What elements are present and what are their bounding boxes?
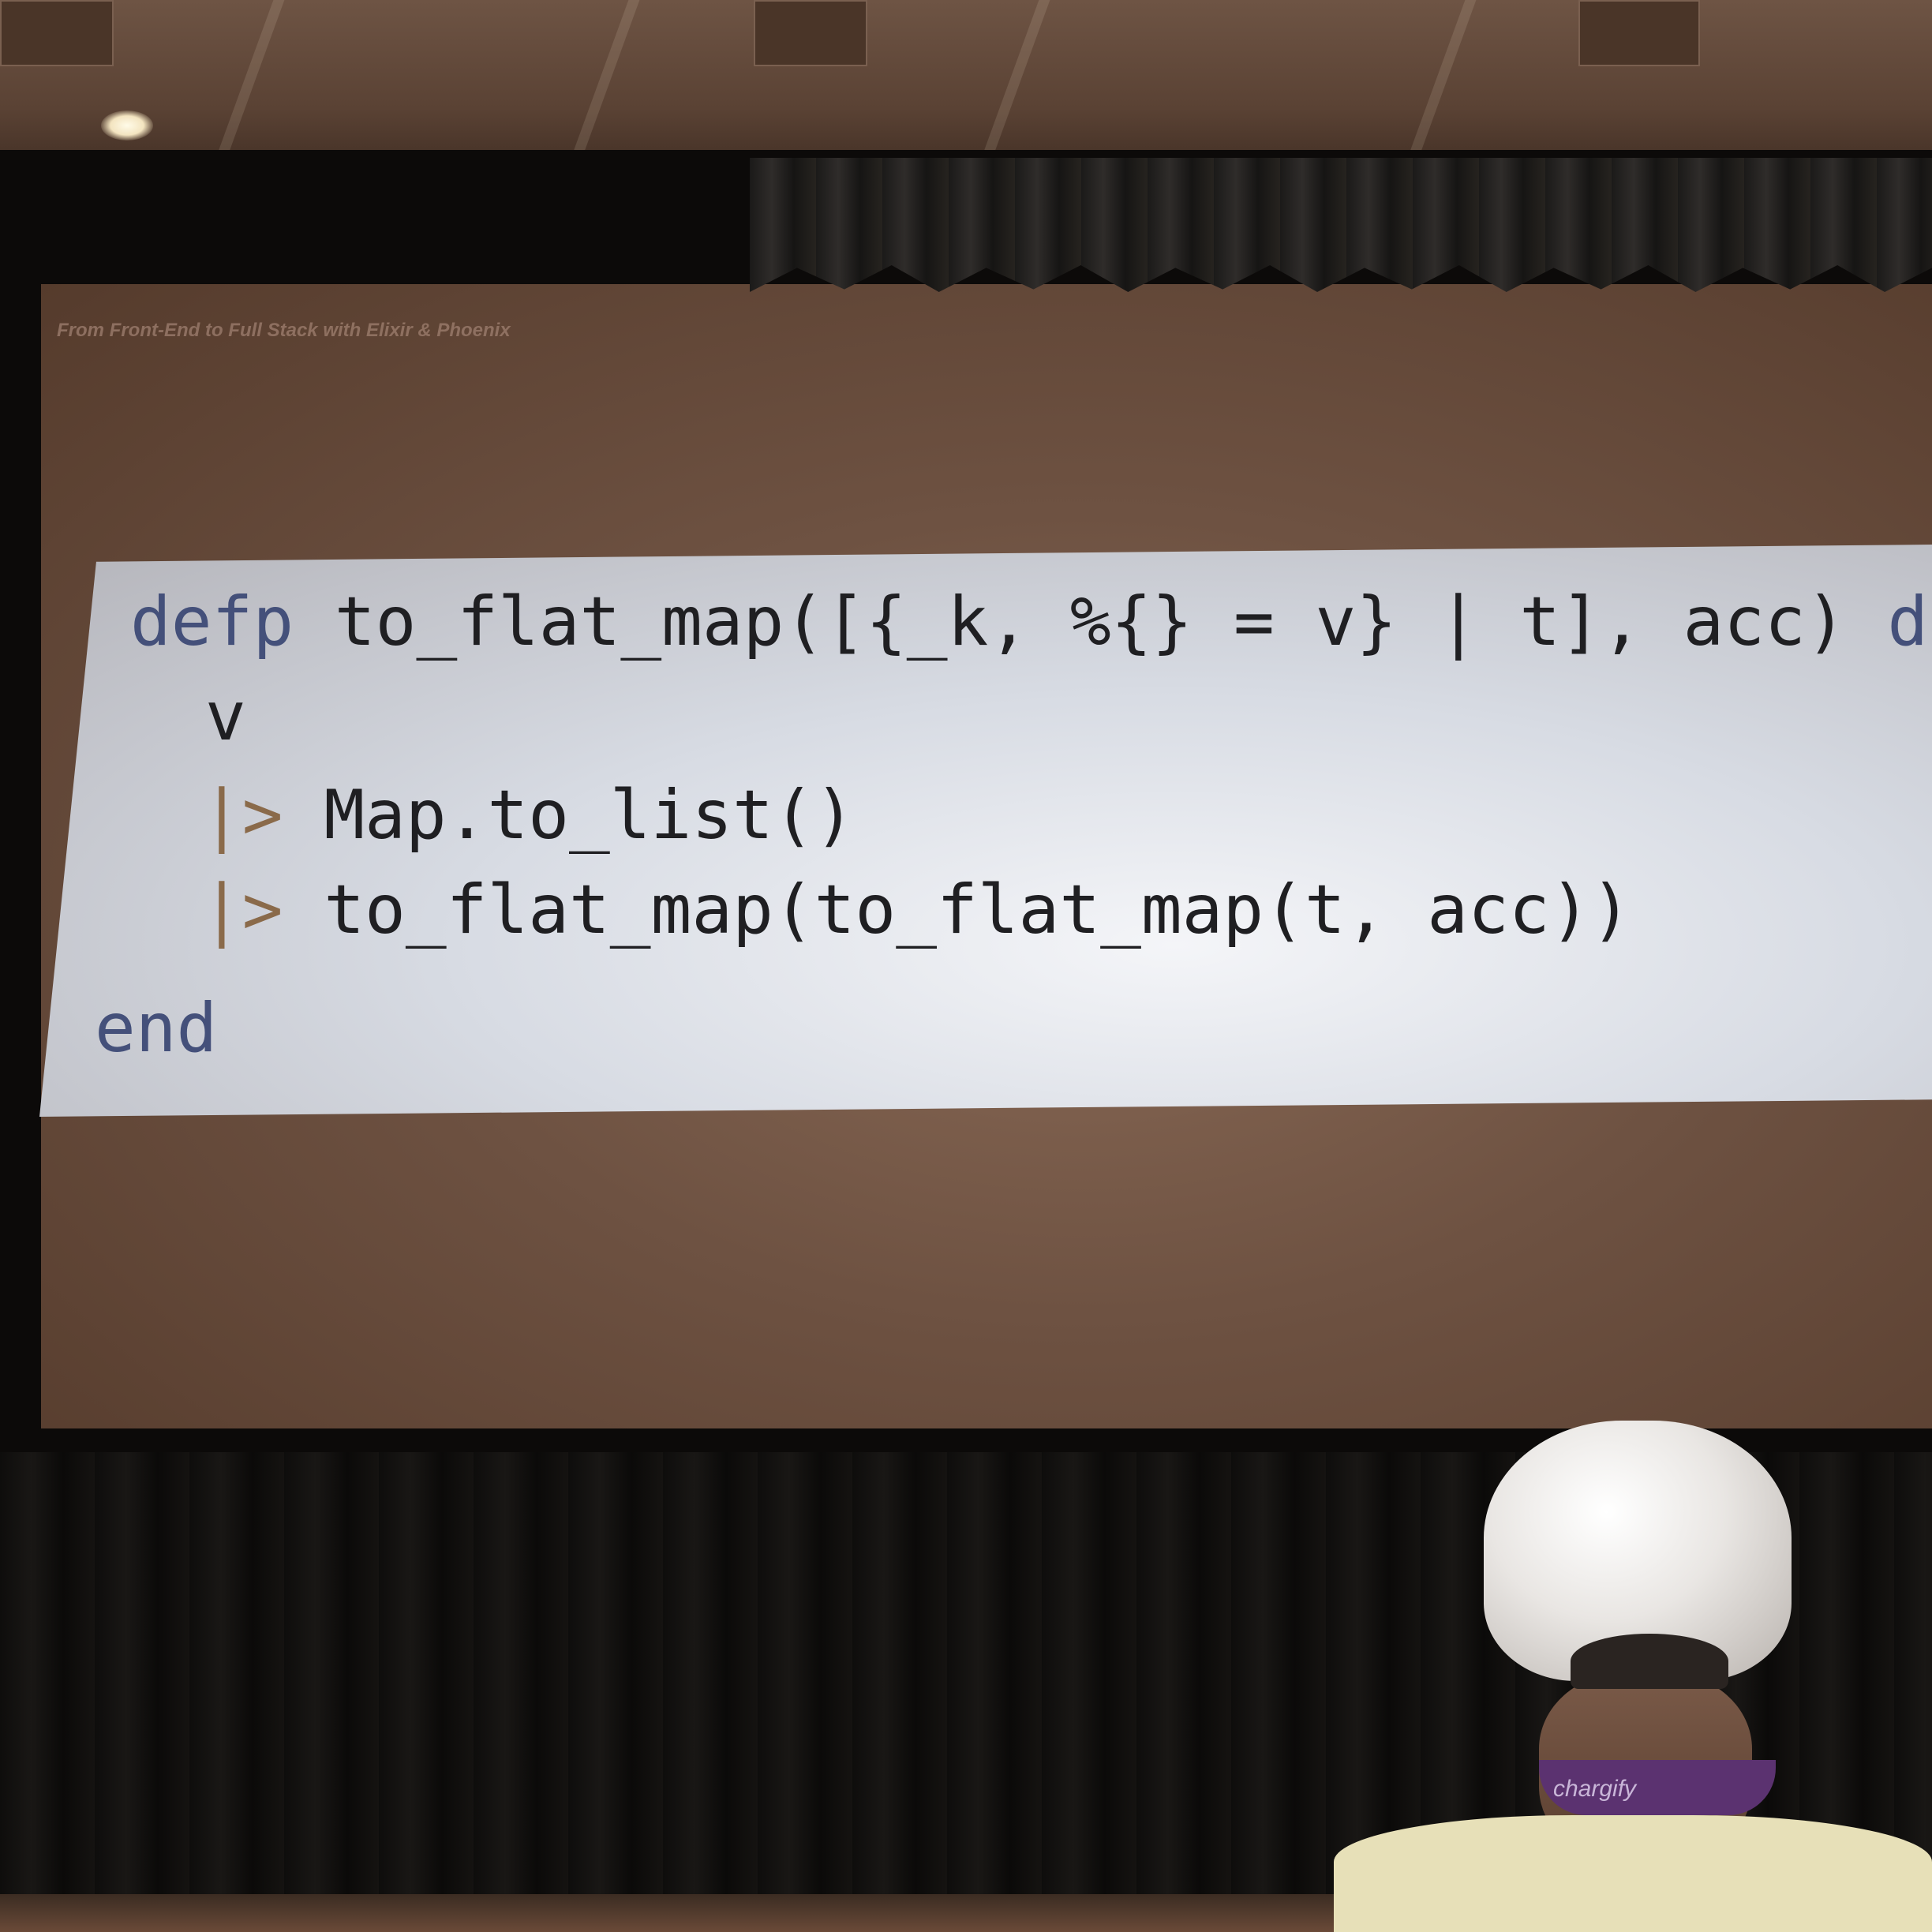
audience-member: chargify	[1334, 1405, 1932, 1932]
ceiling-vent	[0, 0, 114, 66]
conference-photo: From Front-End to Full Stack with Elixir…	[0, 0, 1932, 1932]
ceiling-light	[101, 110, 153, 140]
code-operator: |>	[201, 776, 283, 855]
code-line: end	[95, 994, 217, 1062]
code-text: Map.to_list()	[283, 776, 856, 855]
lanyard-text: chargify	[1553, 1776, 1637, 1802]
code-line: v	[205, 683, 246, 751]
code-keyword: end	[95, 989, 218, 1068]
code-text: to_flat_map(to_flat_map(t, acc))	[283, 871, 1632, 949]
code-line: defp to_flat_map([{_k, %{} = v} | t], ac…	[130, 588, 1932, 656]
ceiling-vent	[1578, 0, 1700, 66]
slide-header: From Front-End to Full Stack with Elixir…	[57, 320, 511, 341]
ceiling-vent	[754, 0, 867, 66]
ceiling-beam	[571, 0, 640, 158]
cap-strap	[1571, 1634, 1728, 1689]
code-line: |> Map.to_list()	[201, 781, 855, 849]
code-keyword: do	[1887, 582, 1932, 661]
code-text: to_flat_map([{_k, %{} = v} | t], acc)	[294, 582, 1888, 661]
code-panel: defp to_flat_map([{_k, %{} = v} | t], ac…	[39, 545, 1932, 1117]
ceiling-beam	[1407, 0, 1477, 158]
code-operator: |>	[201, 871, 283, 949]
curtain-valance	[750, 158, 1932, 292]
shirt	[1334, 1815, 1932, 1932]
code-keyword: defp	[130, 582, 294, 661]
ceiling-beam	[215, 0, 285, 158]
code-line: |> to_flat_map(to_flat_map(t, acc))	[201, 876, 1631, 944]
ceiling-beam	[981, 0, 1050, 158]
code-text: v	[205, 677, 246, 756]
